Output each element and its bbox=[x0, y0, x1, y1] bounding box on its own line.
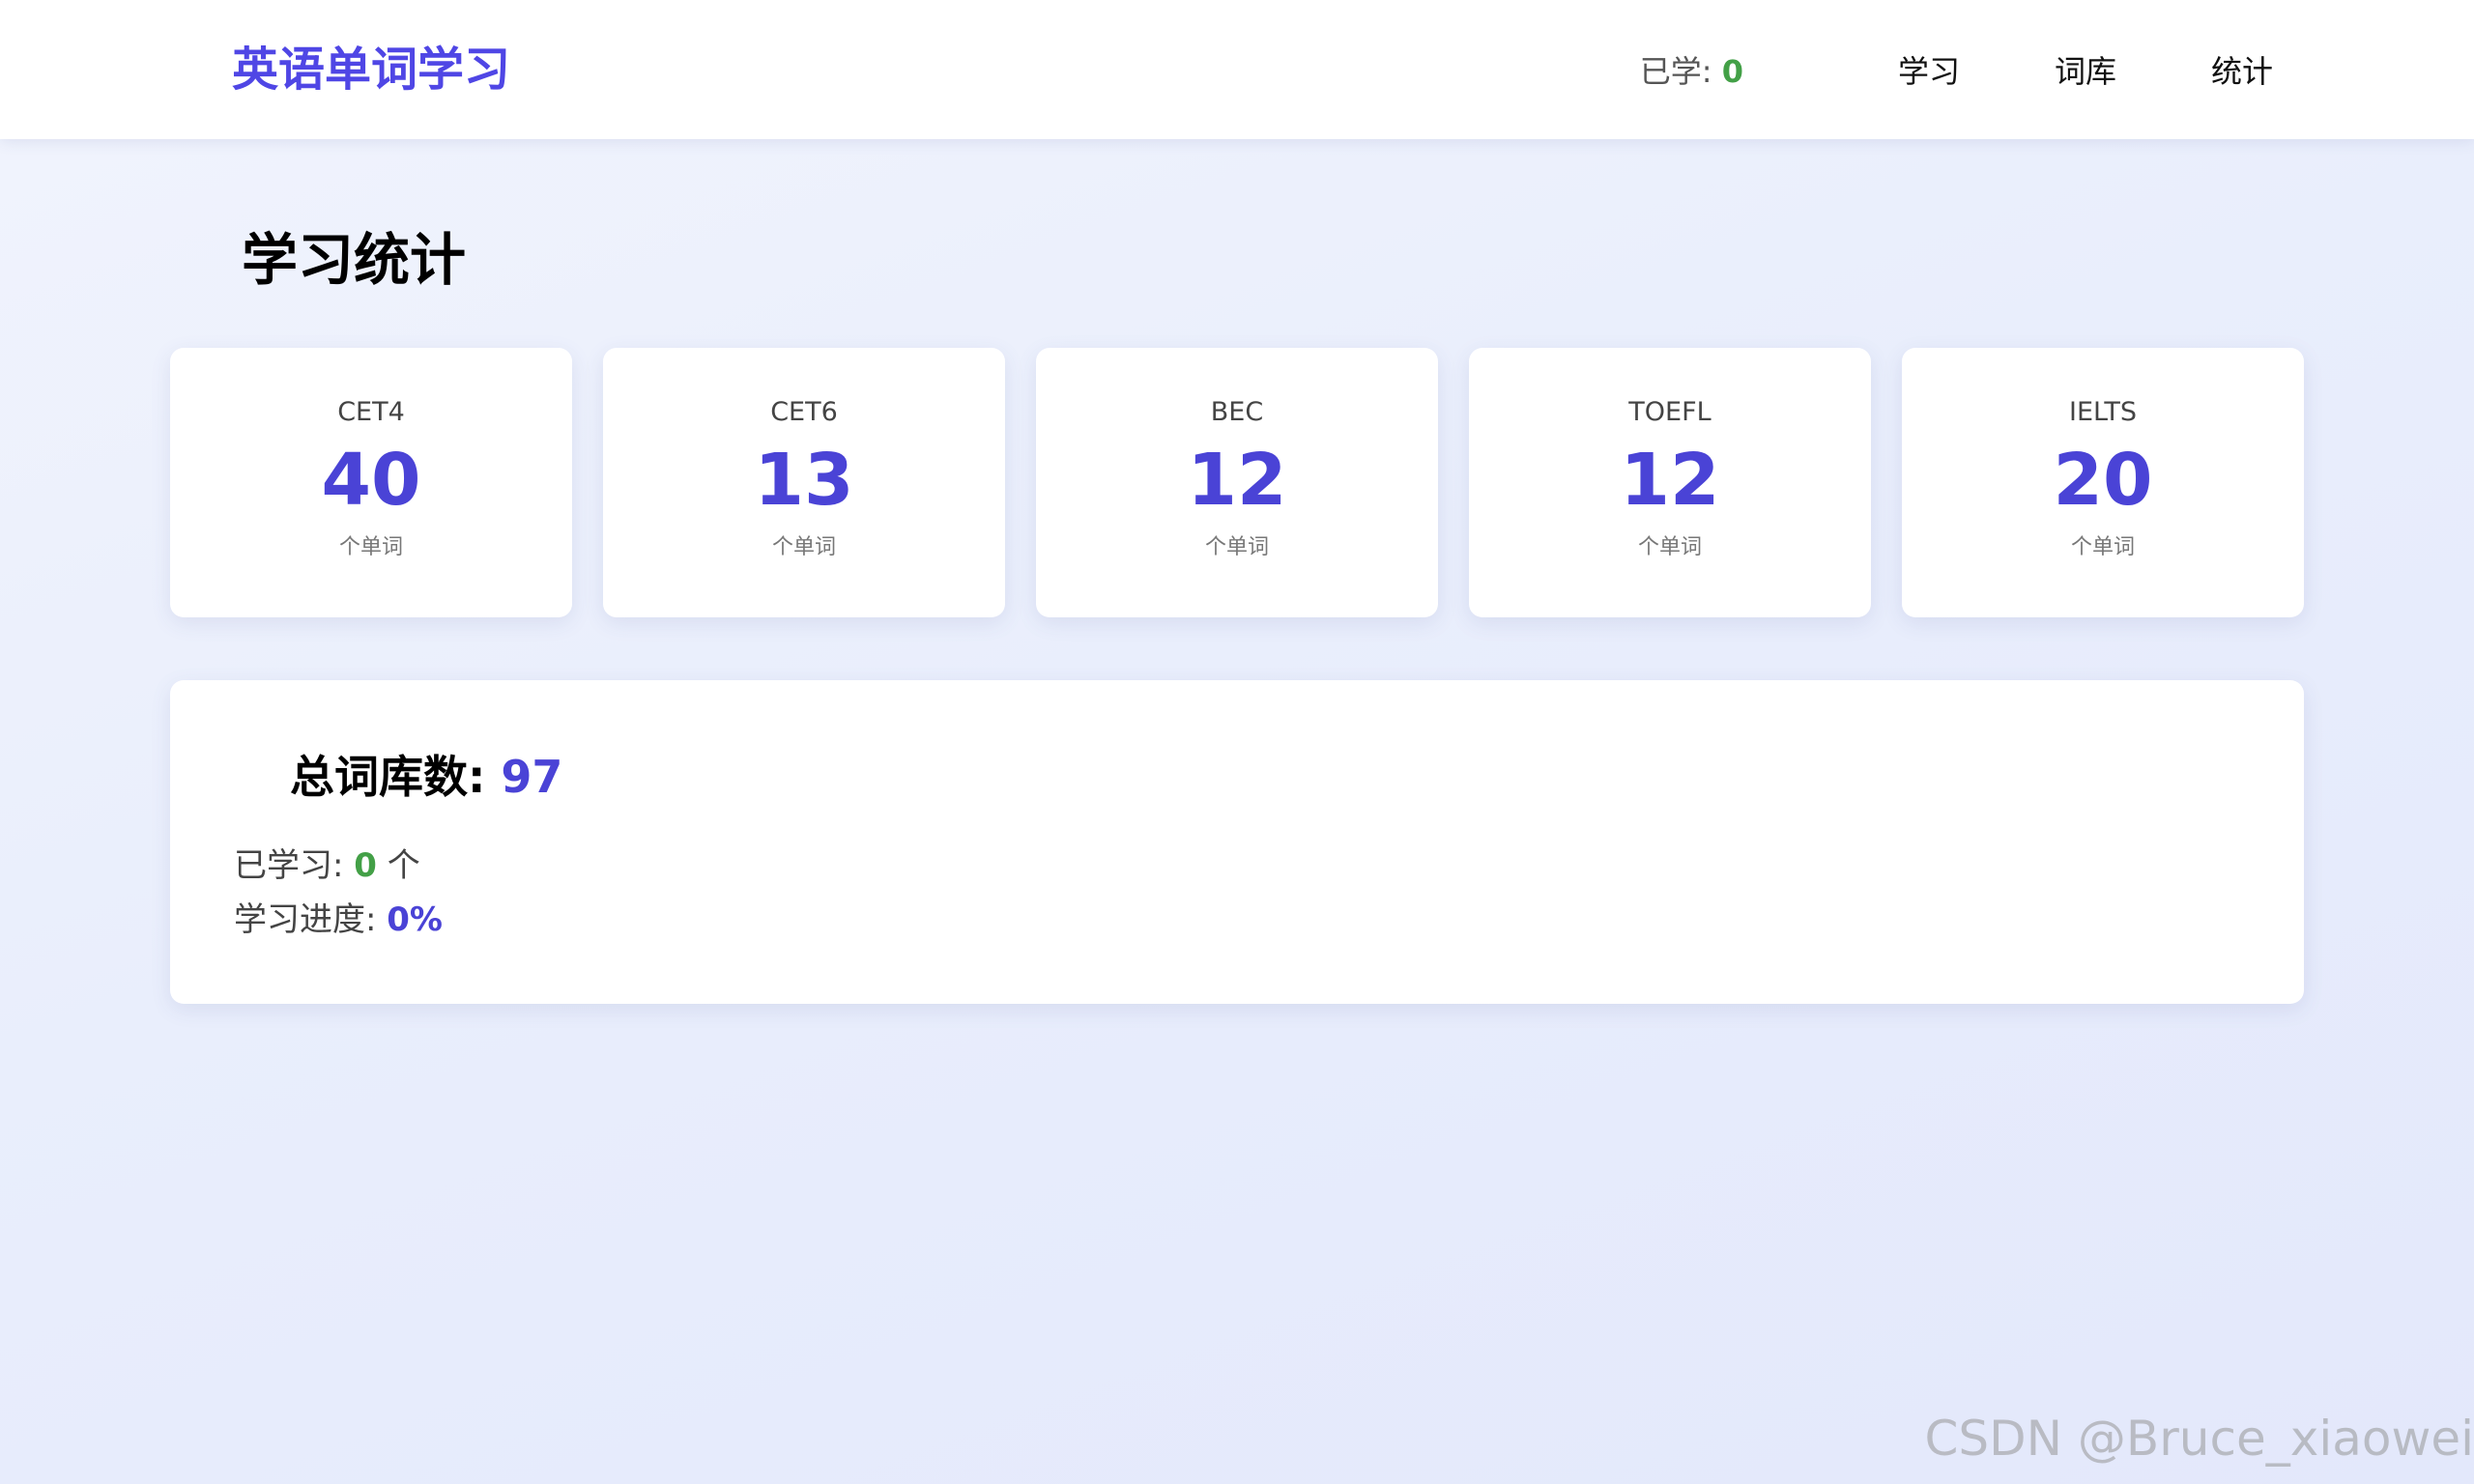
progress-line: 学习进度: 0% bbox=[234, 893, 443, 940]
top-nav: 已学: 0 学习 词库 统计 bbox=[1640, 0, 2273, 139]
category-card-toefl: TOEFL 12 个单词 bbox=[1469, 348, 1871, 617]
category-count: 40 bbox=[321, 439, 421, 522]
progress-value: 0% bbox=[387, 900, 443, 939]
category-name: CET4 bbox=[337, 397, 405, 427]
learned-suffix: 个 bbox=[376, 846, 420, 885]
total-words-label: 总词库数: bbox=[290, 751, 502, 803]
category-name: BEC bbox=[1210, 397, 1264, 427]
category-name: TOEFL bbox=[1628, 397, 1712, 427]
progress-label: 学习进度: bbox=[234, 900, 388, 939]
learned-count-label: 已学: bbox=[1639, 53, 1722, 90]
nav-learn[interactable]: 学习 bbox=[1898, 47, 1960, 92]
category-count: 20 bbox=[2053, 439, 2153, 522]
top-header: 英语单词学习 已学: 0 学习 词库 统计 bbox=[0, 0, 2474, 139]
learned-count-indicator: 已学: 0 bbox=[1640, 47, 1743, 92]
category-unit: 个单词 bbox=[1204, 535, 1269, 559]
summary-panel: 总词库数: 97 已学习: 0 个 学习进度: 0% bbox=[170, 680, 2304, 1004]
category-card-cet6: CET6 13 个单词 bbox=[603, 348, 1005, 617]
total-words: 总词库数: 97 bbox=[290, 742, 562, 806]
page-title: 学习统计 bbox=[242, 227, 467, 293]
category-card-cet4: CET4 40 个单词 bbox=[170, 348, 572, 617]
category-count: 13 bbox=[754, 439, 854, 522]
watermark: CSDN @Bruce_xiaowei bbox=[1924, 1411, 2474, 1467]
category-unit: 个单词 bbox=[771, 535, 836, 559]
category-card-ielts: IELTS 20 个单词 bbox=[1902, 348, 2304, 617]
category-card-bec: BEC 12 个单词 bbox=[1036, 348, 1438, 617]
category-cards: CET4 40 个单词 CET6 13 个单词 BEC 12 个单词 TOEFL… bbox=[170, 348, 2304, 617]
category-name: CET6 bbox=[770, 397, 838, 427]
learned-line: 已学习: 0 个 bbox=[234, 839, 420, 886]
nav-statistics[interactable]: 统计 bbox=[2211, 47, 2273, 92]
category-unit: 个单词 bbox=[338, 535, 403, 559]
total-words-value: 97 bbox=[501, 751, 563, 803]
category-count: 12 bbox=[1187, 439, 1287, 522]
learned-count-value: 0 bbox=[1721, 53, 1743, 90]
learned-value: 0 bbox=[354, 846, 377, 885]
app-title[interactable]: 英语单词学习 bbox=[232, 0, 510, 139]
category-unit: 个单词 bbox=[1637, 535, 1702, 559]
category-count: 12 bbox=[1620, 439, 1720, 522]
category-name: IELTS bbox=[2069, 397, 2137, 427]
nav-vocabulary[interactable]: 词库 bbox=[2055, 47, 2116, 92]
category-unit: 个单词 bbox=[2070, 535, 2135, 559]
learned-label: 已学习: bbox=[234, 846, 355, 885]
